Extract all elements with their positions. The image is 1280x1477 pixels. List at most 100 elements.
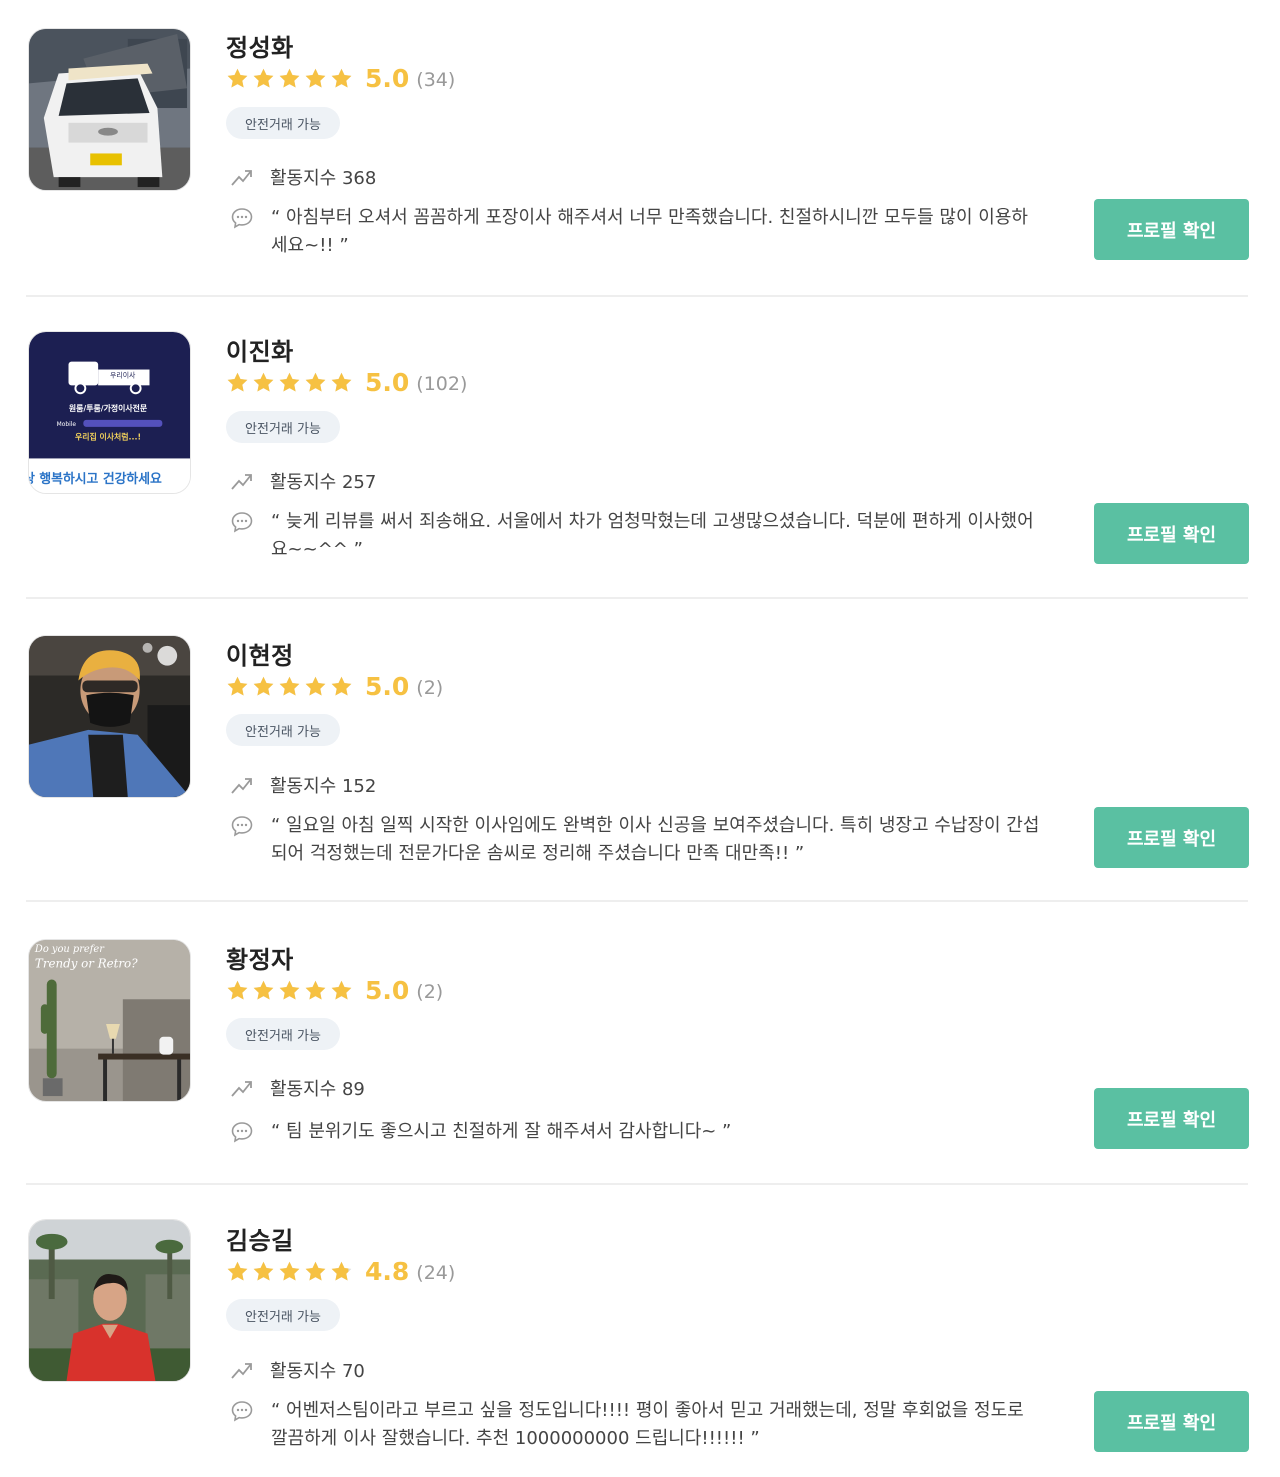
logo-banner-text: 상 행복하시고 건강하세요: [29, 471, 162, 487]
star-icon: [279, 1261, 300, 1281]
rating-score: 5.0: [365, 671, 410, 701]
safe-trade-badge: 안전거래 가능: [226, 107, 340, 139]
profile-button[interactable]: 프로필 확인: [1094, 199, 1249, 260]
neon-sign-line1: Do you prefer: [34, 944, 105, 955]
star-rating: [226, 1260, 353, 1283]
rating-score: 5.0: [365, 975, 410, 1005]
star-icon: [253, 372, 274, 392]
star-icon: [279, 372, 300, 392]
safe-trade-badge: 안전거래 가능: [226, 714, 340, 746]
star-icon: [253, 68, 274, 88]
company-logo-image: 우리이사 원룸/투룸/가정이사전문 Mobile 우리집 이사처럼...! 상 …: [29, 332, 190, 493]
review-count: (34): [416, 69, 456, 91]
logo-mobile-text: Mobile: [57, 422, 77, 428]
star-icon: [305, 676, 326, 696]
mover-name: 이진화: [226, 338, 294, 366]
avatar[interactable]: [28, 1219, 191, 1382]
star-icon: [305, 372, 326, 392]
star-rating: [226, 371, 353, 394]
avatar[interactable]: [28, 635, 191, 798]
star-icon: [331, 68, 352, 88]
card-divider: [26, 900, 1248, 902]
star-icon: [305, 68, 326, 88]
speech-bubble-icon: [231, 512, 253, 533]
safe-trade-badge: 안전거래 가능: [226, 411, 340, 443]
card-divider: [26, 597, 1248, 599]
mover-name: 김승길: [226, 1227, 294, 1255]
speech-bubble-icon: [231, 1122, 253, 1143]
logo-company-text: 우리이사: [110, 370, 136, 379]
star-icon: [331, 1261, 352, 1281]
trending-up-icon: [231, 474, 252, 490]
star-icon: [305, 1261, 326, 1281]
star-icon: [253, 980, 274, 1000]
profile-button[interactable]: 프로필 확인: [1094, 1391, 1249, 1452]
rating-score: 4.8: [365, 1256, 410, 1286]
truck-photo: [29, 29, 190, 190]
card-divider: [26, 295, 1248, 297]
star-icon: [331, 676, 352, 696]
logo-slogan-text: 우리집 이사처럼...!: [75, 432, 141, 442]
avatar[interactable]: 우리이사 원룸/투룸/가정이사전문 Mobile 우리집 이사처럼...! 상 …: [28, 331, 191, 494]
star-icon: [227, 980, 248, 1000]
interior-photo: Do you prefer Trendy or Retro?: [29, 940, 190, 1101]
rating-score: 5.0: [365, 63, 410, 93]
star-icon: [331, 372, 352, 392]
mover-name: 황정자: [226, 946, 294, 974]
activity-score: 활동지수 368: [270, 168, 377, 189]
blurred-phone: [83, 419, 163, 427]
profile-button[interactable]: 프로필 확인: [1094, 807, 1249, 868]
star-icon: [227, 676, 248, 696]
star-rating: [226, 67, 353, 90]
activity-row: 활동지수 257: [230, 468, 376, 494]
logo-service-text: 원룸/투룸/가정이사전문: [69, 403, 148, 413]
trending-up-icon: [231, 170, 252, 186]
speech-bubble-icon: [231, 816, 253, 837]
avatar[interactable]: [28, 28, 191, 191]
safe-trade-badge: 안전거래 가능: [226, 1018, 340, 1050]
star-icon: [253, 1261, 274, 1281]
star-rating: [226, 675, 353, 698]
profile-button[interactable]: 프로필 확인: [1094, 503, 1249, 564]
rating: 4.8 (24): [226, 1256, 455, 1286]
card-divider: [26, 1183, 1248, 1185]
star-icon: [227, 1261, 248, 1281]
star-icon: [279, 68, 300, 88]
rating: 5.0 (2): [226, 975, 443, 1005]
review-text: “ 어벤저스팀이라고 부르고 싶을 정도입니다!!!! 평이 좋아서 믿고 거래…: [271, 1400, 1024, 1449]
star-icon: [279, 980, 300, 1000]
review-text: “ 일요일 아침 일찍 시작한 이사임에도 완벽한 이사 신공을 보여주셨습니다…: [271, 815, 1040, 864]
activity-row: 활동지수 70: [230, 1357, 365, 1383]
star-icon: [227, 372, 248, 392]
review-text: “ 늦게 리뷰를 써서 죄송해요. 서울에서 차가 엄청막혔는데 고생많으셨습니…: [271, 511, 1034, 560]
review-count: (24): [416, 1262, 456, 1284]
star-icon: [279, 676, 300, 696]
rating: 5.0 (102): [226, 367, 467, 397]
rating: 5.0 (2): [226, 671, 443, 701]
person-photo: [29, 636, 190, 797]
rating: 5.0 (34): [226, 63, 455, 93]
activity-score: 활동지수 152: [270, 776, 377, 797]
star-icon: [253, 676, 274, 696]
review-text: “ 팀 분위기도 좋으시고 친절하게 잘 해주셔서 감사합니다~ ”: [271, 1121, 732, 1142]
activity-row: 활동지수 89: [230, 1075, 365, 1101]
neon-sign-line2: Trendy or Retro?: [35, 957, 138, 971]
speech-bubble-icon: [231, 208, 253, 229]
safe-trade-badge: 안전거래 가능: [226, 1299, 340, 1331]
star-rating: [226, 979, 353, 1002]
trending-up-icon: [231, 1363, 252, 1379]
profile-button[interactable]: 프로필 확인: [1094, 1088, 1249, 1149]
avatar[interactable]: Do you prefer Trendy or Retro?: [28, 939, 191, 1102]
review-text: “ 아침부터 오셔서 꼼꼼하게 포장이사 해주셔서 너무 만족했습니다. 친절하…: [271, 207, 1028, 256]
star-icon: [331, 980, 352, 1000]
activity-score: 활동지수 257: [270, 472, 377, 493]
trending-up-icon: [231, 778, 252, 794]
trending-up-icon: [231, 1081, 252, 1097]
mover-name: 정성화: [226, 34, 294, 62]
review-count: (2): [416, 677, 444, 699]
activity-score: 활동지수 70: [270, 1361, 365, 1382]
activity-row: 활동지수 152: [230, 772, 376, 798]
activity-score: 활동지수 89: [270, 1079, 365, 1100]
speech-bubble-icon: [231, 1401, 253, 1422]
activity-row: 활동지수 368: [230, 164, 376, 190]
